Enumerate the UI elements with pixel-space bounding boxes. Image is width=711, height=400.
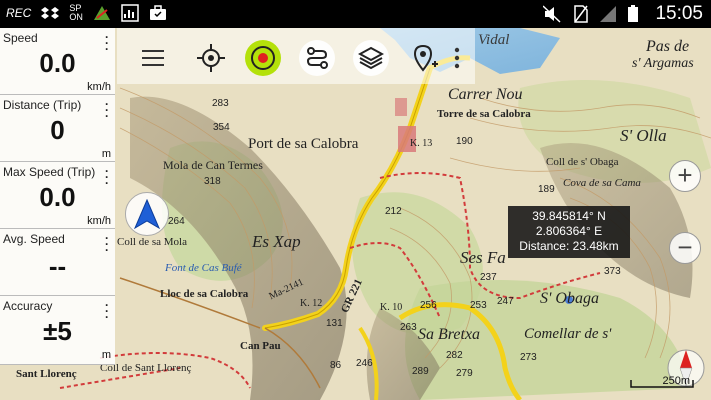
zoom-in-button[interactable]: +: [669, 160, 701, 192]
panel-title: Avg. Speed: [3, 232, 65, 246]
data-panels: Speed · · · 0.0 km/h Distance (Trip) · · · 0…: [0, 28, 117, 366]
menu-button[interactable]: [135, 40, 171, 76]
record-button[interactable]: [245, 40, 281, 76]
speed-panel[interactable]: Speed · · · 0.0 km/h: [0, 28, 115, 95]
panel-value: --: [48, 251, 67, 281]
max-speed-panel[interactable]: Max Speed (Trip) · · · 0.0 km/h: [0, 162, 115, 229]
dropbox-icon: [41, 4, 60, 22]
clock: 15:05: [655, 3, 703, 24]
crosshair-icon: [197, 44, 225, 72]
target-point: [565, 296, 573, 304]
no-sim-icon: [571, 5, 589, 23]
panel-title: Speed: [3, 31, 38, 45]
battery-icon: [627, 5, 645, 23]
more-icon: [454, 47, 460, 69]
rec-indicator: REC: [6, 6, 32, 20]
app-icon: [93, 4, 111, 22]
briefcase-icon: [149, 4, 167, 22]
mute-icon: [542, 5, 561, 23]
accuracy-panel[interactable]: Accuracy · · · ±5 m: [0, 296, 115, 365]
locate-button[interactable]: [193, 40, 229, 76]
record-icon: [251, 46, 275, 70]
panel-unit: m: [101, 148, 111, 160]
chart-icon: [121, 4, 139, 22]
add-marker-button[interactable]: [407, 40, 443, 76]
status-bar: REC SP ON 15:05: [0, 0, 711, 28]
location-tooltip: 39.845814° N 2.806364° E Distance: 23.48…: [508, 206, 630, 258]
panel-value: ±5: [43, 316, 72, 346]
add-marker-icon: [413, 44, 438, 72]
panel-title: Accuracy: [3, 299, 53, 313]
tooltip-lon: 2.806364° E: [535, 224, 603, 238]
zoom-out-button[interactable]: −: [669, 232, 701, 264]
panel-unit: km/h: [87, 215, 111, 227]
signal-icon: [599, 5, 617, 23]
layers-icon: [358, 46, 384, 70]
panel-unit: m: [101, 349, 111, 361]
route-icon: [306, 47, 328, 69]
on-label: ON: [69, 12, 83, 22]
map-toolbar: [117, 28, 475, 84]
menu-icon: [142, 50, 164, 66]
panel-unit: km/h: [87, 81, 111, 93]
distance-trip-panel[interactable]: Distance (Trip) · · · 0 m: [0, 95, 115, 162]
panel-title: Distance (Trip): [3, 98, 82, 112]
tooltip-distance: Distance: 23.48km: [519, 239, 619, 253]
sp-on-indicator: SP ON: [69, 4, 83, 22]
panel-value: 0.0: [39, 48, 76, 78]
scale-bar: 250m: [630, 375, 694, 388]
scale-label: 250m: [662, 375, 690, 387]
panel-value: 0: [50, 115, 65, 145]
tooltip-lat: 39.845814° N: [532, 209, 606, 223]
more-button[interactable]: [447, 40, 467, 76]
route-button[interactable]: [299, 40, 335, 76]
navigation-arrow-icon[interactable]: [125, 192, 169, 236]
avg-speed-panel[interactable]: Avg. Speed · · · --: [0, 229, 115, 296]
panel-title: Max Speed (Trip): [3, 165, 96, 179]
panel-value: 0.0: [39, 182, 76, 212]
layers-button[interactable]: [353, 40, 389, 76]
